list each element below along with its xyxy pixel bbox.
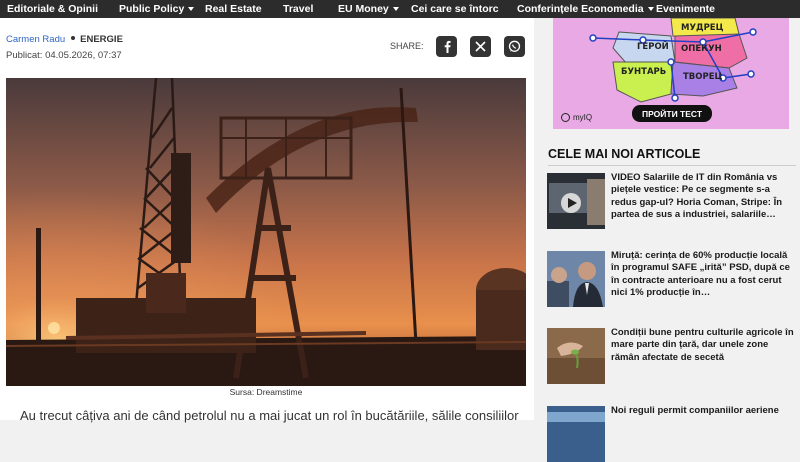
- nav-label: Evenimente: [656, 3, 715, 15]
- sidebar-article[interactable]: VIDEO Salariile de IT din România vs pie…: [547, 172, 797, 231]
- x-share-button[interactable]: [470, 36, 491, 57]
- ad-region-label: ТВОРЕЦ: [683, 72, 723, 82]
- sidebar-article[interactable]: Miruță: cerința de 60% producție locală …: [547, 250, 797, 309]
- nav-label: Real Estate: [205, 3, 262, 15]
- caret-down-icon: [188, 7, 195, 11]
- author-link[interactable]: Carmen Radu: [6, 34, 65, 45]
- article-thumbnail[interactable]: [547, 251, 605, 307]
- ad-brand: myIQ: [561, 113, 592, 122]
- nav-item-eu-money[interactable]: EU Money: [338, 3, 399, 15]
- article-title-link[interactable]: Miruță: cerința de 60% producție locală …: [611, 250, 795, 300]
- publish-date: Publicat: 04.05.2026, 07:37: [6, 50, 122, 61]
- article-main: Carmen Radu ENERGIE Publicat: 04.05.2026,…: [0, 18, 534, 423]
- separator-dot: [71, 36, 76, 41]
- category-link[interactable]: ENERGIE: [80, 34, 123, 45]
- ad-region-label: БУНТАРЬ: [621, 67, 666, 77]
- article-hero-image: [6, 78, 526, 386]
- article-meta: Carmen Radu ENERGIE: [6, 34, 123, 45]
- nav-item-travel[interactable]: Travel: [283, 3, 313, 15]
- nav-label: Conferințele Economedia: [517, 3, 644, 15]
- facebook-share-button[interactable]: [436, 36, 457, 57]
- sidebar: МУДРЕЦ ГЕРОЙ ОПЕКУН БУНТАРЬ ТВОРЕЦ ПРОЙТ…: [541, 18, 800, 462]
- article-thumbnail[interactable]: [547, 173, 605, 229]
- caret-down-icon: [647, 7, 654, 11]
- nav-item-real-estate[interactable]: Real Estate: [205, 3, 262, 15]
- facebook-icon: [444, 40, 451, 53]
- ad-test-button[interactable]: ПРОЙТИ ТЕСТ: [632, 105, 712, 122]
- whatsapp-icon: [508, 40, 521, 52]
- latest-articles-title: CELE MAI NOI ARTICOLE: [548, 147, 701, 161]
- sidebar-article[interactable]: Condiții bune pentru culturile agricole …: [547, 327, 797, 386]
- nav-label: Public Policy: [119, 3, 185, 15]
- ad-region-label: ОПЕКУН: [681, 44, 722, 54]
- article-body-text: Au trecut câțiva ani de când petrolul nu…: [20, 408, 519, 423]
- nav-label: EU Money: [338, 3, 389, 15]
- whatsapp-share-button[interactable]: [504, 36, 525, 57]
- ad-region-label: МУДРЕЦ: [681, 23, 724, 33]
- nav-item-conferinte[interactable]: Conferințele Economedia: [517, 3, 654, 15]
- nav-item-evenimente[interactable]: Evenimente: [656, 3, 715, 15]
- advertisement-banner[interactable]: МУДРЕЦ ГЕРОЙ ОПЕКУН БУНТАРЬ ТВОРЕЦ ПРОЙТ…: [553, 18, 789, 129]
- ad-region-label: ГЕРОЙ: [637, 40, 669, 52]
- article-thumbnail[interactable]: [547, 406, 605, 462]
- article-thumbnail[interactable]: [547, 328, 605, 384]
- x-icon: [475, 41, 486, 52]
- top-nav: Editoriale & Opinii Public Policy Real E…: [0, 0, 800, 18]
- nav-label: Travel: [283, 3, 314, 15]
- nav-label: Cei care se întorc: [411, 3, 499, 15]
- myiq-logo-icon: [561, 113, 570, 122]
- article-title-link[interactable]: Condiții bune pentru culturile agricole …: [611, 327, 795, 364]
- divider: [548, 165, 796, 166]
- nav-item-cei-care-se-intorc[interactable]: Cei care se întorc: [411, 3, 499, 15]
- article-title-link[interactable]: VIDEO Salariile de IT din România vs pie…: [611, 172, 795, 222]
- nav-item-public-policy[interactable]: Public Policy: [119, 3, 195, 15]
- nav-item-editoriale[interactable]: Editoriale & Opinii: [7, 3, 98, 15]
- ad-brand-label: myIQ: [573, 113, 593, 122]
- share-label: SHARE:: [390, 41, 424, 51]
- article-title-link[interactable]: Noi reguli permit companiilor aeriene: [611, 405, 795, 417]
- caret-down-icon: [392, 7, 399, 11]
- sidebar-article[interactable]: Noi reguli permit companiilor aeriene: [547, 405, 797, 462]
- nav-label: Editoriale & Opinii: [7, 3, 99, 15]
- image-caption: Sursa: Dreamstime: [229, 387, 303, 397]
